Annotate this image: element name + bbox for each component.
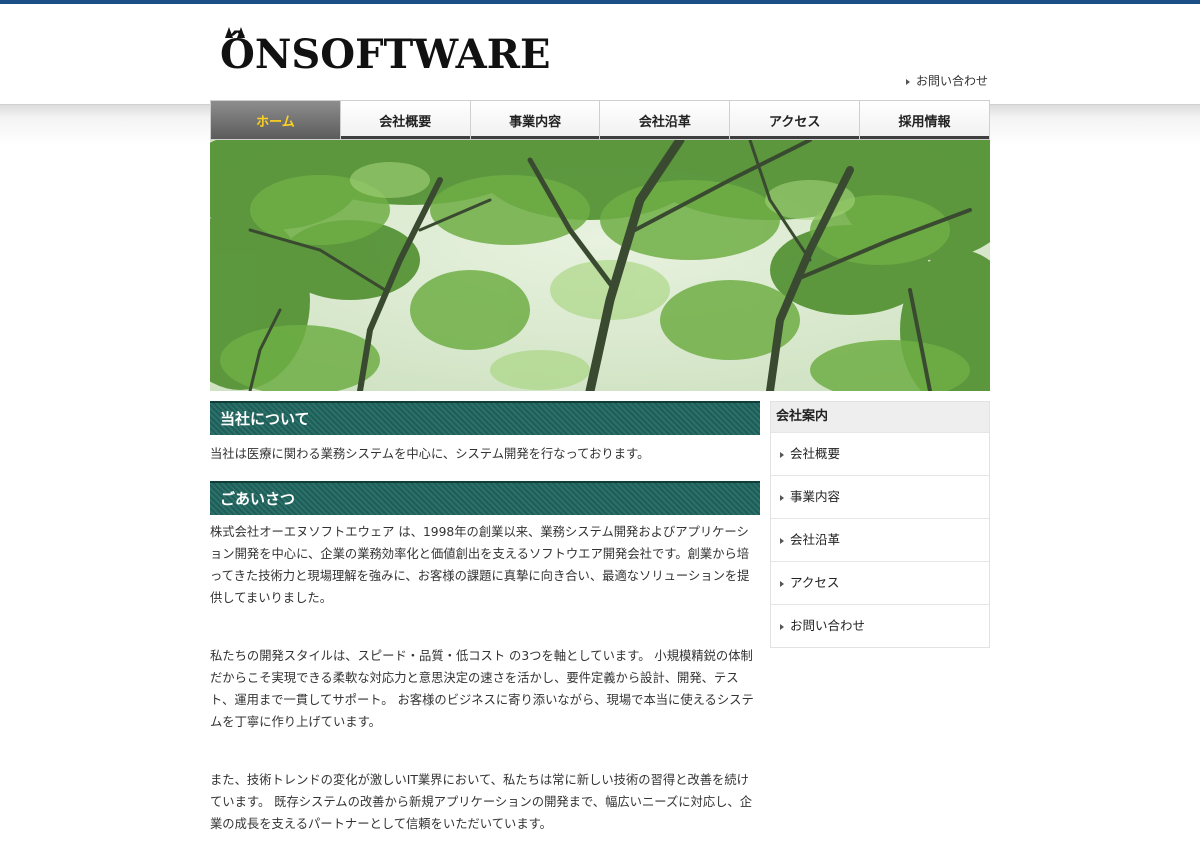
arrow-right-icon — [906, 78, 910, 85]
arrow-right-icon — [780, 580, 784, 587]
sidebar-item-access[interactable]: アクセス — [771, 561, 989, 604]
nav-label: 会社概要 — [379, 114, 432, 130]
sidebar-item-label: アクセス — [790, 575, 840, 590]
greeting-paragraph-1: 株式会社オーエヌソフトエウェア は、1998年の創業以来、業務システム開発および… — [210, 525, 750, 605]
nav-label: ホーム — [256, 114, 295, 130]
section-heading-greeting: ごあいさつ — [210, 481, 760, 515]
arrow-right-icon — [780, 537, 784, 544]
top-accent-bar — [0, 0, 1200, 4]
sidebar-item-label: 会社沿革 — [790, 532, 841, 547]
logo-ears-icon — [225, 27, 245, 38]
nav-item-history[interactable]: 会社沿革 — [600, 101, 731, 139]
logo-text: ÔNSOFTWARE — [220, 31, 551, 78]
nav-label: 会社沿革 — [638, 114, 691, 130]
contact-link-label: お問い合わせ — [916, 74, 989, 88]
sidebar-item-history[interactable]: 会社沿革 — [771, 518, 989, 561]
greeting-paragraph-2: 私たちの開発スタイルは、スピード・品質・低コスト の3つを軸としています。 小規… — [210, 649, 754, 729]
about-text: 当社は医療に関わる業務システムを中心に、システム開発を行なっております。 — [210, 447, 650, 461]
section-heading-about: 当社について — [210, 401, 760, 435]
arrow-right-icon — [780, 623, 784, 630]
forest-canopy-image — [210, 140, 990, 391]
arrow-right-icon — [780, 494, 784, 501]
sidebar-heading: 会社案内 — [771, 402, 989, 432]
sidebar-item-contact[interactable]: お問い合わせ — [771, 604, 989, 647]
nav-label: 事業内容 — [509, 114, 562, 130]
nav-label: 採用情報 — [898, 114, 951, 130]
site-logo[interactable]: ÔNSOFTWARE — [220, 27, 551, 80]
sidebar-item-label: 事業内容 — [790, 489, 841, 504]
greeting-paragraph-3: また、技術トレンドの変化が激しいIT業界において、私たちは常に新しい技術の習得と… — [210, 773, 753, 831]
header-contact-link[interactable]: お問い合わせ — [906, 72, 988, 89]
hero-image — [210, 140, 990, 391]
nav-item-business[interactable]: 事業内容 — [470, 101, 601, 139]
sidebar-item-business[interactable]: 事業内容 — [771, 475, 989, 518]
nav-item-access[interactable]: アクセス — [730, 101, 861, 139]
sidebar-item-label: お問い合わせ — [790, 618, 866, 633]
nav-item-home[interactable]: ホーム — [211, 101, 341, 139]
arrow-right-icon — [780, 451, 784, 458]
nav-label: アクセス — [769, 114, 821, 130]
sidebar-company-menu: 会社案内 会社概要 事業内容 会社沿革 アクセス お問い合わせ — [770, 401, 990, 648]
sidebar-item-company[interactable]: 会社概要 — [771, 432, 989, 475]
global-nav: ホーム 会社概要 事業内容 会社沿革 アクセス 採用情報 — [210, 100, 990, 140]
nav-item-recruit[interactable]: 採用情報 — [860, 101, 989, 139]
main-content: 当社について 当社は医療に関わる業務システムを中心に、システム開発を行なっており… — [210, 401, 760, 845]
nav-item-company[interactable]: 会社概要 — [340, 101, 471, 139]
sidebar-item-label: 会社概要 — [790, 446, 841, 461]
